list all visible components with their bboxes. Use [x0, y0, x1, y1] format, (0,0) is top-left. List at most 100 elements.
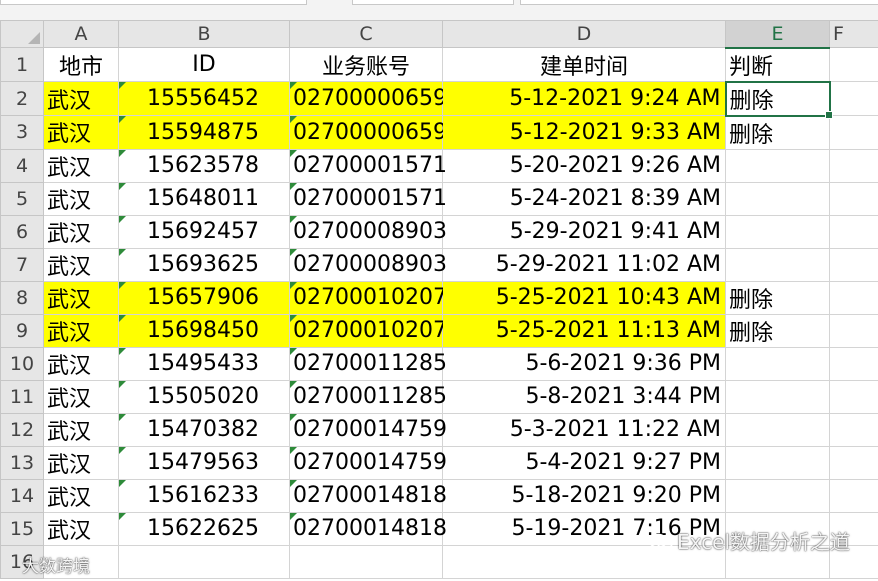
cell-city[interactable]: 武汉	[43, 379, 119, 414]
formula-bar-input[interactable]	[520, 0, 878, 5]
cell-id[interactable]: 15556452	[118, 81, 290, 116]
cell-time[interactable]: 5-29-2021 9:41 AM	[442, 214, 726, 249]
cell-id[interactable]: 15692457	[118, 214, 290, 249]
cell-id[interactable]: 15648011	[118, 181, 290, 216]
cell-f[interactable]	[829, 412, 878, 447]
cell-judge[interactable]: 删除	[725, 115, 830, 150]
cell-f1[interactable]	[829, 47, 878, 82]
cell-account[interactable]: 02700010207	[289, 313, 447, 348]
cell-judge[interactable]: 删除	[725, 313, 830, 348]
cell-account[interactable]: 02700010207	[289, 280, 447, 315]
cell-account[interactable]: 02700000659	[289, 81, 447, 116]
cell-id[interactable]: 15616233	[118, 478, 290, 513]
cell-id[interactable]: 15693625	[118, 247, 290, 282]
row-header[interactable]: 5	[0, 181, 44, 216]
row-header[interactable]: 15	[0, 511, 44, 546]
cell-time[interactable]: 5-12-2021 9:24 AM	[442, 81, 726, 116]
column-header-b[interactable]: B	[118, 20, 290, 48]
cell-id[interactable]: 15657906	[118, 280, 290, 315]
cell-account[interactable]: 02700000659	[289, 115, 447, 150]
cell-city[interactable]: 武汉	[43, 115, 119, 150]
cell-city[interactable]: 武汉	[43, 445, 119, 480]
cell-account[interactable]: 02700014759	[289, 445, 447, 480]
cell-judge[interactable]	[725, 379, 830, 414]
column-header-a[interactable]: A	[43, 20, 119, 48]
column-header-d[interactable]: D	[442, 20, 726, 48]
cell-time[interactable]: 5-24-2021 8:39 AM	[442, 181, 726, 216]
cell-judge[interactable]	[725, 148, 830, 183]
cell-f[interactable]	[829, 478, 878, 513]
row-header[interactable]: 7	[0, 247, 44, 282]
row-header[interactable]: 8	[0, 280, 44, 315]
column-header-c[interactable]: C	[289, 20, 443, 48]
cell-f[interactable]	[829, 280, 878, 315]
cell-f[interactable]	[829, 148, 878, 183]
cell-city[interactable]: 武汉	[43, 313, 119, 348]
cell-d1-time-header[interactable]: 建单时间	[442, 47, 726, 82]
cell-f[interactable]	[829, 181, 878, 216]
empty-cell[interactable]	[118, 544, 290, 579]
cell-city[interactable]: 武汉	[43, 81, 119, 116]
name-box[interactable]	[0, 0, 307, 5]
row-header[interactable]: 3	[0, 115, 44, 150]
cell-judge[interactable]	[725, 214, 830, 249]
fill-handle[interactable]	[824, 110, 833, 119]
cell-account[interactable]: 02700008903	[289, 214, 447, 249]
row-header[interactable]: 1	[0, 47, 44, 82]
cell-judge[interactable]	[725, 412, 830, 447]
cell-judge[interactable]	[725, 346, 830, 381]
row-header[interactable]: 10	[0, 346, 44, 381]
cell-account[interactable]: 02700014759	[289, 412, 447, 447]
cell-time[interactable]: 5-25-2021 10:43 AM	[442, 280, 726, 315]
cell-account[interactable]: 02700014818	[289, 478, 447, 513]
cell-time[interactable]: 5-8-2021 3:44 PM	[442, 379, 726, 414]
cell-f[interactable]	[829, 115, 878, 150]
cell-id[interactable]: 15505020	[118, 379, 290, 414]
cell-city[interactable]: 武汉	[43, 346, 119, 381]
row-header[interactable]: 12	[0, 412, 44, 447]
cell-judge[interactable]	[725, 181, 830, 216]
cell-city[interactable]: 武汉	[43, 247, 119, 282]
row-header[interactable]: 13	[0, 445, 44, 480]
cell-f[interactable]	[829, 346, 878, 381]
cell-account[interactable]: 02700011285	[289, 379, 447, 414]
cell-f[interactable]	[829, 247, 878, 282]
formula-bar-segment[interactable]	[352, 0, 514, 5]
cell-f[interactable]	[829, 214, 878, 249]
row-header[interactable]: 2	[0, 81, 44, 116]
cell-time[interactable]: 5-29-2021 11:02 AM	[442, 247, 726, 282]
cell-account[interactable]: 02700008903	[289, 247, 447, 282]
cell-account[interactable]: 02700011285	[289, 346, 447, 381]
select-all-corner[interactable]	[0, 20, 44, 48]
row-header[interactable]: 11	[0, 379, 44, 414]
cell-time[interactable]: 5-18-2021 9:20 PM	[442, 478, 726, 513]
cell-f[interactable]	[829, 445, 878, 480]
cell-city[interactable]: 武汉	[43, 148, 119, 183]
empty-cell[interactable]	[289, 544, 443, 579]
cell-id[interactable]: 15622625	[118, 511, 290, 546]
cell-b1-id-header[interactable]: ID	[118, 47, 290, 82]
cell-time[interactable]: 5-3-2021 11:22 AM	[442, 412, 726, 447]
cell-judge[interactable]: 删除	[724, 80, 833, 119]
cell-id[interactable]: 15470382	[118, 412, 290, 447]
cell-time[interactable]: 5-6-2021 9:36 PM	[442, 346, 726, 381]
cell-id[interactable]: 15594875	[118, 115, 290, 150]
column-header-f[interactable]: F	[829, 20, 878, 48]
cell-city[interactable]: 武汉	[43, 181, 119, 216]
cell-f[interactable]	[829, 379, 878, 414]
cell-time[interactable]: 5-4-2021 9:27 PM	[442, 445, 726, 480]
cell-city[interactable]: 武汉	[43, 511, 119, 546]
cell-city[interactable]: 武汉	[43, 478, 119, 513]
cell-a1-city-header[interactable]: 地市	[43, 47, 119, 82]
cell-account[interactable]: 02700014818	[289, 511, 447, 546]
cell-account[interactable]: 02700001571	[289, 148, 447, 183]
cell-id[interactable]: 15495433	[118, 346, 290, 381]
column-header-e[interactable]: E	[725, 20, 830, 49]
row-header[interactable]: 9	[0, 313, 44, 348]
cell-f[interactable]	[829, 81, 878, 116]
cell-id[interactable]: 15479563	[118, 445, 290, 480]
cell-judge[interactable]	[725, 478, 830, 513]
row-header[interactable]: 6	[0, 214, 44, 249]
row-header[interactable]: 4	[0, 148, 44, 183]
cell-c1-account-header[interactable]: 业务账号	[289, 47, 443, 82]
